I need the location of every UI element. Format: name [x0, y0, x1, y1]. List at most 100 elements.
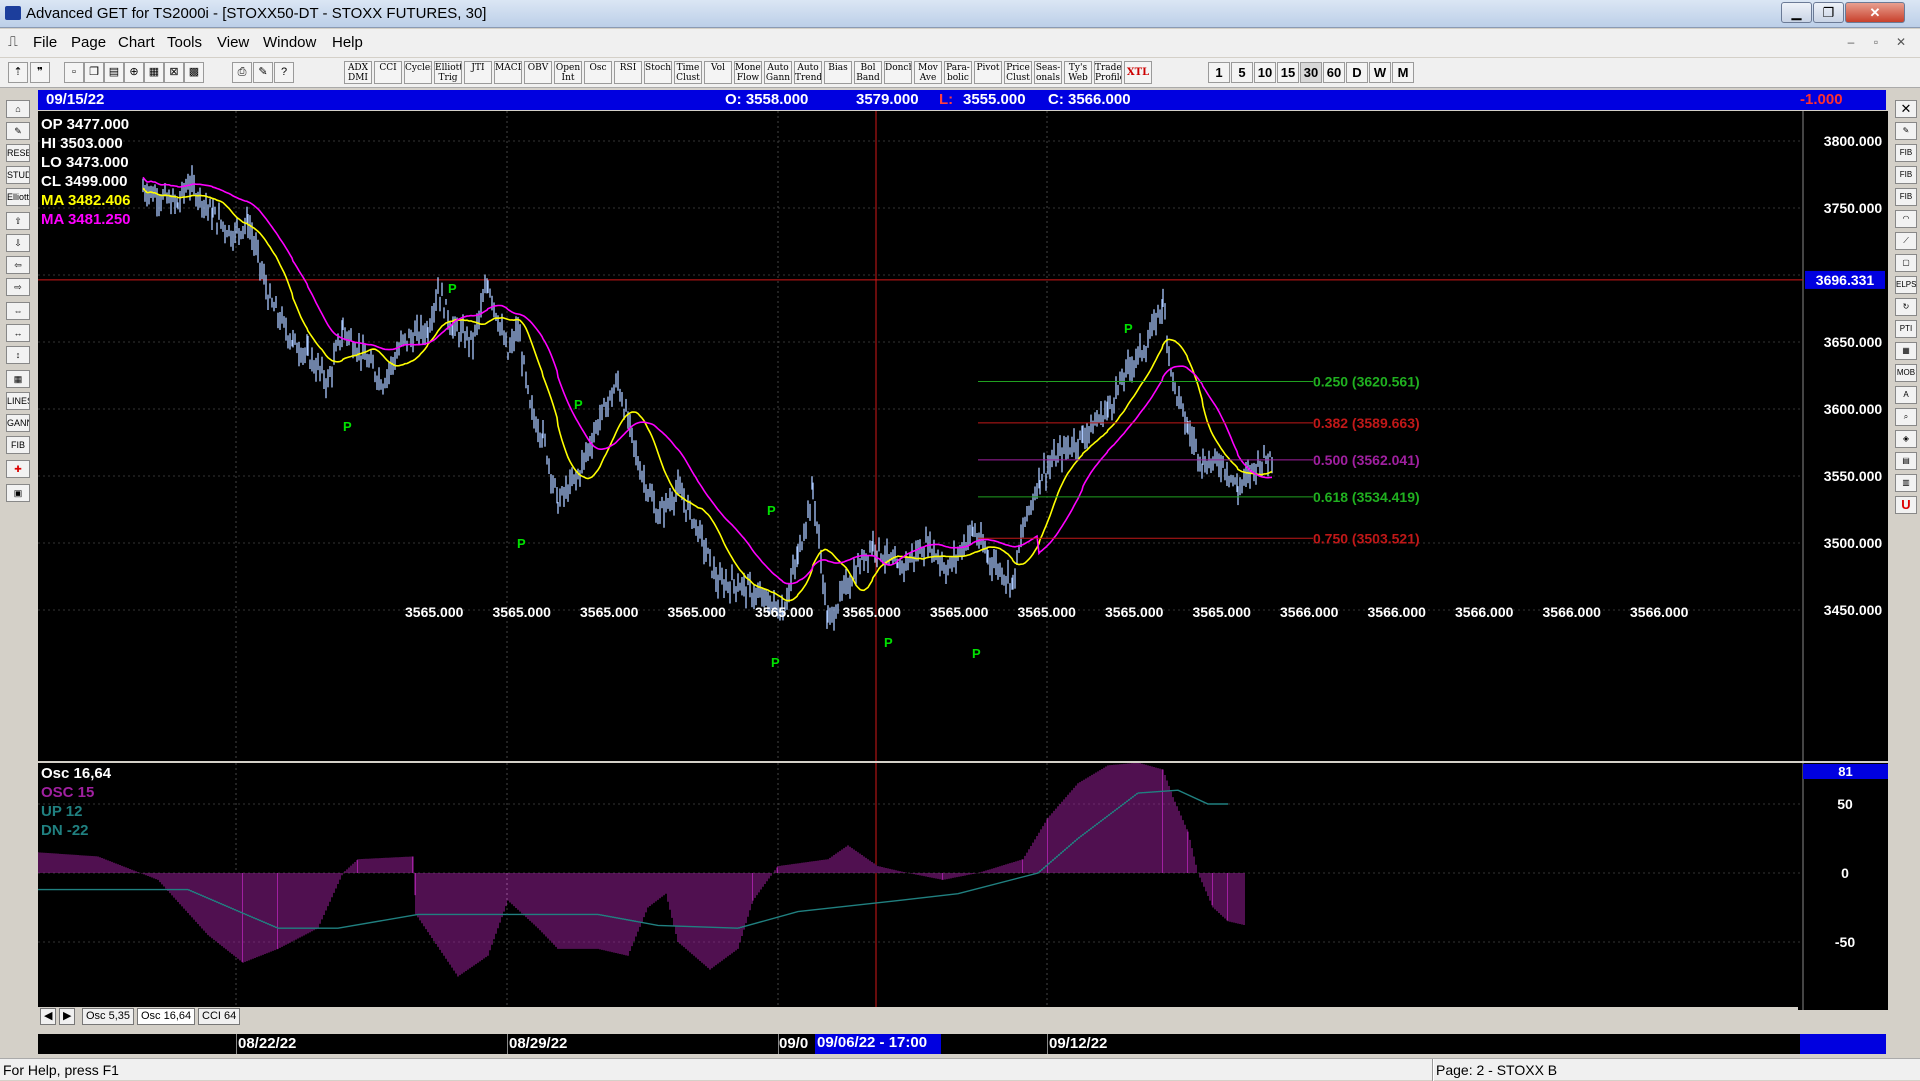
- left-tool-zoom-v-icon[interactable]: ↕: [6, 346, 30, 364]
- study-button-price-clust[interactable]: Price Clust: [1004, 61, 1032, 84]
- study-button-vol[interactable]: Vol: [704, 61, 732, 84]
- study-button-jti[interactable]: JTI: [464, 61, 492, 84]
- study-button-elliott-trig[interactable]: Elliott Trig: [434, 61, 462, 84]
- maximize-button[interactable]: ❐: [1813, 2, 1844, 23]
- right-tool-rotate-icon[interactable]: ↻: [1895, 298, 1917, 316]
- price-chart-panel[interactable]: 3800.000 3750.000 3650.000 3600.000 3550.000…: [38, 111, 1888, 761]
- help-icon[interactable]: ?: [274, 62, 294, 83]
- study-button-bias[interactable]: Bias: [824, 61, 852, 84]
- study-button-trade-profile[interactable]: Trade Profile: [1094, 61, 1122, 84]
- right-tool-x-icon[interactable]: ✕: [1895, 100, 1917, 118]
- menu-page[interactable]: Page: [71, 34, 106, 51]
- interval-10[interactable]: 10: [1254, 62, 1276, 83]
- right-tool-grid-icon[interactable]: ▦: [1895, 342, 1917, 360]
- tab-scroll-left[interactable]: ◀: [40, 1008, 57, 1025]
- right-tool-u[interactable]: U: [1895, 496, 1917, 514]
- study-button-donch[interactable]: Donch: [884, 61, 912, 84]
- pointer-icon[interactable]: ⇡: [8, 62, 28, 83]
- study-button-osc[interactable]: Osc: [584, 61, 612, 84]
- study-button-time-clust[interactable]: Time Clust: [674, 61, 702, 84]
- right-tool-arc-icon[interactable]: ◠: [1895, 210, 1917, 228]
- menu-view[interactable]: View: [217, 34, 249, 51]
- close-button[interactable]: ✕: [1845, 2, 1905, 23]
- right-tool-fib-time[interactable]: FIB TIME: [1895, 188, 1917, 206]
- study-button-obv[interactable]: OBV: [524, 61, 552, 84]
- left-tool-save-icon[interactable]: ▣: [6, 484, 30, 502]
- left-tool-cross-icon[interactable]: ✚: [6, 460, 30, 478]
- left-tool-up-icon[interactable]: ⇧: [6, 212, 30, 230]
- interval-15[interactable]: 15: [1277, 62, 1299, 83]
- interval-5[interactable]: 5: [1231, 62, 1253, 83]
- context-help-icon[interactable]: ❞: [30, 62, 50, 83]
- study-button-macd[interactable]: MACD: [494, 61, 522, 84]
- study-button-rsi[interactable]: RSI: [614, 61, 642, 84]
- left-tool-down-icon[interactable]: ⇩: [6, 234, 30, 252]
- mdi-restore-button[interactable]: ▫: [1865, 33, 1887, 53]
- study-button-cci[interactable]: CCI: [374, 61, 402, 84]
- menu-window[interactable]: Window: [263, 34, 316, 51]
- right-tool-elps[interactable]: ELPS: [1895, 276, 1917, 294]
- chart-doc-icon[interactable]: ⎍: [8, 33, 22, 51]
- mdi-minimize-button[interactable]: –: [1840, 33, 1862, 53]
- study-button-auto-gann[interactable]: Auto Gann: [764, 61, 792, 84]
- left-tool-study[interactable]: STUDY: [6, 166, 30, 184]
- left-tool-draw-icon[interactable]: ✎: [6, 122, 30, 140]
- oscillator-panel[interactable]: 50 0 -50 Osc 16,64 OSC 15 UP 12 DN -22 81: [38, 763, 1888, 1010]
- study-button-auto-trend[interactable]: Auto Trend: [794, 61, 822, 84]
- left-tool-fib[interactable]: FIB: [6, 436, 30, 454]
- study-button-pivot[interactable]: Pivot: [974, 61, 1002, 84]
- right-tool-fib-ret[interactable]: FIB RET: [1895, 144, 1917, 162]
- minimize-button[interactable]: ▁: [1781, 2, 1812, 23]
- study-button-bol-band[interactable]: Bol Band: [854, 61, 882, 84]
- interval-daily[interactable]: D: [1346, 62, 1368, 83]
- interval-60[interactable]: 60: [1323, 62, 1345, 83]
- grid-icon[interactable]: ▩: [184, 62, 204, 83]
- bulb-icon[interactable]: ✎: [253, 62, 273, 83]
- left-tool-open-icon[interactable]: ⌂: [6, 100, 30, 118]
- new-page-icon[interactable]: ▫: [64, 62, 84, 83]
- study-button-money-flow[interactable]: Money Flow: [734, 61, 762, 84]
- close-all-icon[interactable]: ⊠: [164, 62, 184, 83]
- menu-file[interactable]: File: [33, 34, 57, 51]
- interval-weekly[interactable]: W: [1369, 62, 1391, 83]
- study-button-ty-s-web[interactable]: Ty's Web: [1064, 61, 1092, 84]
- study-button-stoch[interactable]: Stoch: [644, 61, 672, 84]
- menu-tools[interactable]: Tools: [167, 34, 202, 51]
- study-button-seas-onals[interactable]: Seas-onals: [1034, 61, 1062, 84]
- left-tool-elliott[interactable]: Elliott: [6, 188, 30, 206]
- tab-osc-16-64[interactable]: Osc 16,64: [137, 1008, 196, 1025]
- study-button-para-bolic[interactable]: Para-bolic: [944, 61, 972, 84]
- oscillator-chart[interactable]: 50 0 -50: [38, 763, 1888, 1010]
- interval-monthly[interactable]: M: [1392, 62, 1414, 83]
- right-tool-fan-icon[interactable]: ⟋: [1895, 232, 1917, 250]
- left-tool-range-icon[interactable]: ⇔: [6, 302, 30, 320]
- left-tool-grid-icon[interactable]: ▦: [6, 370, 30, 388]
- right-tool-a[interactable]: A: [1895, 386, 1917, 404]
- study-button-xtl[interactable]: XTL: [1124, 61, 1152, 84]
- right-tool-mob[interactable]: MOB: [1895, 364, 1917, 382]
- right-tool-zoom-icon[interactable]: ⌕: [1895, 408, 1917, 426]
- mdi-close-button[interactable]: ✕: [1890, 33, 1912, 53]
- zoom-icon[interactable]: ⊕: [124, 62, 144, 83]
- menu-chart[interactable]: Chart: [118, 34, 155, 51]
- right-tool-fib-ext[interactable]: FIB EXT: [1895, 166, 1917, 184]
- tab-scroll-right[interactable]: ▶: [59, 1008, 76, 1025]
- tab-osc-5-35[interactable]: Osc 5,35: [82, 1008, 135, 1025]
- study-button-mov-ave[interactable]: Mov Ave: [914, 61, 942, 84]
- left-tool-right-icon[interactable]: ⇨: [6, 278, 30, 296]
- study-button-cycles[interactable]: Cycles: [404, 61, 432, 84]
- tab-cci-64[interactable]: CCI 64: [198, 1008, 241, 1025]
- menu-help[interactable]: Help: [332, 34, 363, 51]
- print-icon[interactable]: ⎙: [232, 62, 252, 83]
- right-tool-calc-icon[interactable]: ▥: [1895, 474, 1917, 492]
- price-chart[interactable]: 3800.000 3750.000 3650.000 3600.000 3550.000…: [38, 111, 1888, 761]
- layout-icon[interactable]: ▦: [144, 62, 164, 83]
- left-tool-left-icon[interactable]: ⇦: [6, 256, 30, 274]
- interval-1[interactable]: 1: [1208, 62, 1230, 83]
- study-button-adx-dmi[interactable]: ADX DMI: [344, 61, 372, 84]
- right-tool-pencil-icon[interactable]: ✎: [1895, 122, 1917, 140]
- left-tool-reset[interactable]: RESET: [6, 144, 30, 162]
- left-tool-zoom-h-icon[interactable]: ↔: [6, 324, 30, 342]
- copy-icon[interactable]: ❐: [84, 62, 104, 83]
- study-button-open-int[interactable]: Open Int: [554, 61, 582, 84]
